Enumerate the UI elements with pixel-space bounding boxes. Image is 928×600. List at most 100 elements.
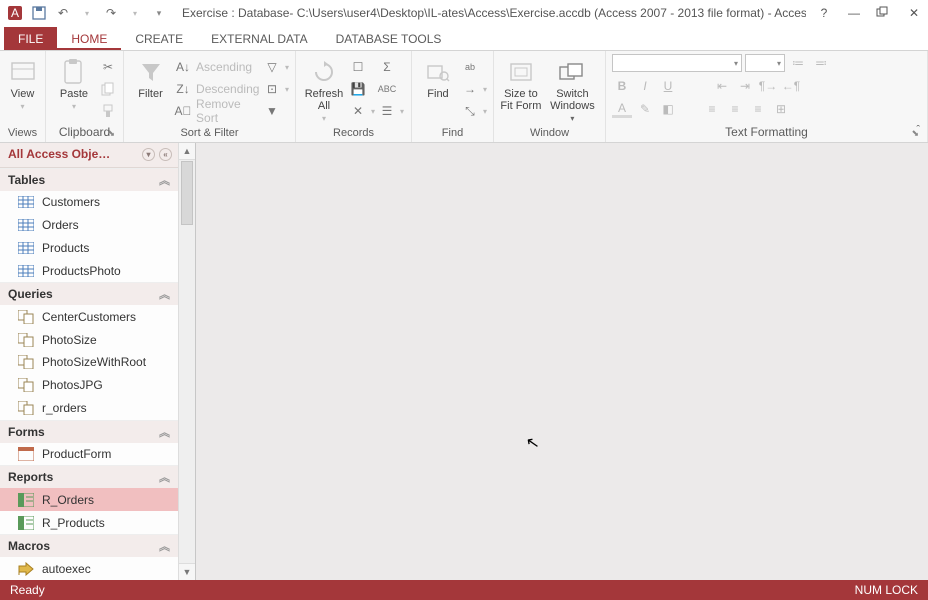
undo-icon[interactable]: ↶ xyxy=(54,4,72,22)
report-item-rproducts[interactable]: R_Products xyxy=(0,511,178,534)
ascending-button[interactable]: A↓Ascending xyxy=(175,57,260,77)
query-item-rorders[interactable]: r_orders xyxy=(0,397,178,420)
filter-button[interactable]: Filter xyxy=(130,54,171,100)
remove-sort-button[interactable]: A⃠Remove Sort xyxy=(175,101,260,121)
font-color-button[interactable]: A xyxy=(612,100,632,118)
cat-macros[interactable]: Macros︽ xyxy=(0,534,178,557)
find-button[interactable]: Find xyxy=(418,54,458,100)
nav-menu-icon[interactable]: ▾ xyxy=(142,148,155,161)
italic-button[interactable]: I xyxy=(635,77,655,95)
table-icon xyxy=(18,264,34,278)
size-to-fit-button[interactable]: Size to Fit Form xyxy=(500,54,542,112)
tab-database-tools[interactable]: DATABASE TOOLS xyxy=(322,27,456,50)
align-center-button[interactable]: ≡ xyxy=(725,100,745,118)
table-item-orders[interactable]: Orders xyxy=(0,214,178,237)
qat-customize-icon[interactable]: ▾ xyxy=(150,4,168,22)
query-item-photosizewithroot[interactable]: PhotoSizeWithRoot xyxy=(0,351,178,374)
table-item-productsphoto[interactable]: ProductsPhoto xyxy=(0,259,178,282)
more-button[interactable]: ☰▾ xyxy=(379,101,404,121)
goto-button[interactable]: →▾ xyxy=(462,79,487,99)
group-records: Refresh All ▾ ☐ 💾 ✕▾ Σ ABC ☰▾ Records xyxy=(296,51,412,142)
fill-button[interactable]: ◧ xyxy=(658,100,678,118)
font-name-combo[interactable]: ▾ xyxy=(612,54,742,72)
collapse-ribbon-icon[interactable]: ˆ xyxy=(916,124,920,136)
format-painter-button[interactable] xyxy=(100,101,116,121)
align-left-button[interactable]: ≡ xyxy=(702,100,722,118)
select-button[interactable]: ⤡▾ xyxy=(462,101,487,121)
group-label-sortfilter: Sort & Filter xyxy=(130,125,289,142)
copy-button[interactable] xyxy=(100,79,116,99)
undo-dropdown-icon[interactable]: ▾ xyxy=(78,4,96,22)
report-item-rorders[interactable]: R_Orders xyxy=(0,488,178,511)
nav-collapse-icon[interactable]: « xyxy=(159,148,172,161)
font-size-combo[interactable]: ▾ xyxy=(745,54,785,72)
cat-reports[interactable]: Reports︽ xyxy=(0,465,178,488)
scroll-thumb[interactable] xyxy=(181,161,193,225)
selection-button[interactable]: ▽▾ xyxy=(264,57,289,77)
window-controls: ? — ✕ xyxy=(816,6,922,20)
table-item-customers[interactable]: Customers xyxy=(0,191,178,214)
chevron-up-icon: ︽ xyxy=(159,286,170,302)
paste-button[interactable]: Paste ▾ xyxy=(52,54,96,111)
switch-label: Switch Windows xyxy=(550,88,595,112)
table-item-products[interactable]: Products xyxy=(0,236,178,259)
dialog-launcher-icon[interactable]: ⬊ xyxy=(107,128,115,139)
bold-button[interactable]: B xyxy=(612,77,632,95)
delete-record-button[interactable]: ✕▾ xyxy=(350,101,375,121)
tab-home[interactable]: HOME xyxy=(57,27,121,50)
cut-button[interactable]: ✂ xyxy=(100,57,116,77)
gridlines-button[interactable]: ⊞ xyxy=(771,100,791,118)
macro-icon xyxy=(18,562,34,576)
increase-indent-button[interactable]: ⇥ xyxy=(735,77,755,95)
size-to-fit-icon xyxy=(507,58,535,86)
form-item-productform[interactable]: ProductForm xyxy=(0,443,178,466)
descending-button[interactable]: Z↓Descending xyxy=(175,79,260,99)
refresh-label: Refresh All xyxy=(305,88,344,112)
cat-forms[interactable]: Forms︽ xyxy=(0,420,178,443)
help-icon[interactable]: ? xyxy=(816,6,832,20)
replace-icon: ab xyxy=(462,59,478,75)
filter-icon xyxy=(137,58,165,86)
redo-icon[interactable]: ↷ xyxy=(102,4,120,22)
ltr-button[interactable]: ¶→ xyxy=(758,77,778,95)
cat-tables[interactable]: Tables︽ xyxy=(0,168,178,191)
query-item-photosjpg[interactable]: PhotosJPG xyxy=(0,374,178,397)
decrease-indent-button[interactable]: ⇤ xyxy=(712,77,732,95)
tab-file[interactable]: FILE xyxy=(4,27,57,50)
cat-queries[interactable]: Queries︽ xyxy=(0,282,178,305)
bullets-button[interactable]: ≔ xyxy=(788,54,808,72)
font-row-3: A ✎ ◧ ≡ ≡ ≡ ⊞ xyxy=(612,100,791,118)
status-bar: Ready NUM LOCK xyxy=(0,580,928,600)
switch-windows-button[interactable]: Switch Windows ▾ xyxy=(546,54,599,123)
underline-button[interactable]: U xyxy=(658,77,678,95)
totals-button[interactable]: Σ xyxy=(379,57,404,77)
scroll-up-icon[interactable]: ▲ xyxy=(179,143,195,160)
query-item-photosize[interactable]: PhotoSize xyxy=(0,328,178,351)
sort-asc-icon: A↓ xyxy=(175,59,191,75)
spelling-button[interactable]: ABC xyxy=(379,79,404,99)
scroll-down-icon[interactable]: ▼ xyxy=(179,563,195,580)
advanced-button[interactable]: ⊡▾ xyxy=(264,79,289,99)
close-icon[interactable]: ✕ xyxy=(906,6,922,20)
restore-icon[interactable] xyxy=(876,6,892,20)
view-button[interactable]: View ▾ xyxy=(6,54,39,111)
rtl-button[interactable]: ←¶ xyxy=(781,77,801,95)
save-record-button[interactable]: 💾 xyxy=(350,79,375,99)
tab-create[interactable]: CREATE xyxy=(121,27,197,50)
toggle-filter-button[interactable]: ▼ xyxy=(264,101,289,121)
redo-dropdown-icon[interactable]: ▾ xyxy=(126,4,144,22)
align-right-button[interactable]: ≡ xyxy=(748,100,768,118)
nav-header[interactable]: All Access Obje… ▾« xyxy=(0,143,178,168)
minimize-icon[interactable]: — xyxy=(846,6,862,20)
new-record-button[interactable]: ☐ xyxy=(350,57,375,77)
macro-item-autoexec[interactable]: autoexec xyxy=(0,557,178,580)
tab-external-data[interactable]: EXTERNAL DATA xyxy=(197,27,321,50)
query-item-centercustomers[interactable]: CenterCustomers xyxy=(0,305,178,328)
nav-scrollbar[interactable]: ▲ ▼ xyxy=(178,143,195,580)
save-icon[interactable] xyxy=(30,4,48,22)
refresh-all-button[interactable]: Refresh All ▾ xyxy=(302,54,346,123)
numbering-button[interactable]: ≕ xyxy=(811,54,831,72)
highlight-button[interactable]: ✎ xyxy=(635,100,655,118)
more-icon: ☰ xyxy=(379,103,395,119)
replace-button[interactable]: ab xyxy=(462,57,487,77)
